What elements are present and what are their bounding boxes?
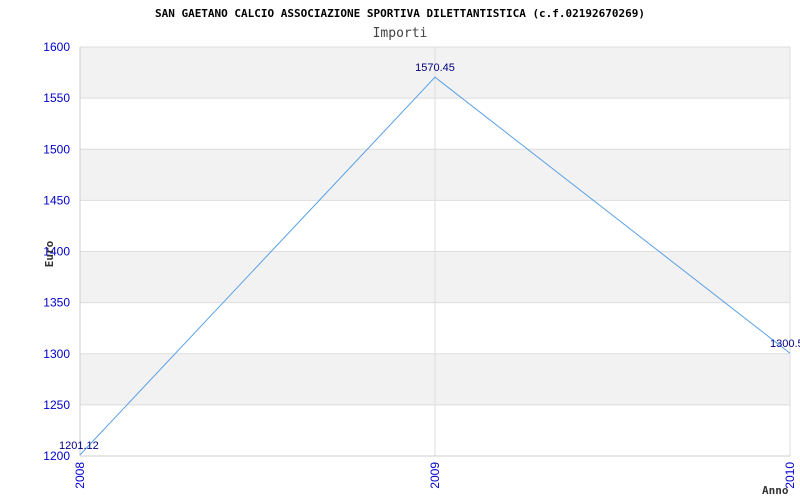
- y-tick-1250: 1250: [43, 398, 70, 412]
- y-tick-1300: 1300: [43, 347, 70, 361]
- y-tick-1600: 1600: [43, 40, 70, 54]
- y-axis-title: Euro: [43, 240, 56, 267]
- y-tick-1350: 1350: [43, 296, 70, 310]
- y-tick-1550: 1550: [43, 91, 70, 105]
- x-tick-labels: 2008 2009 2010: [73, 462, 797, 489]
- chart-title: SAN GAETANO CALCIO ASSOCIAZIONE SPORTIVA…: [155, 7, 645, 20]
- data-label-2009: 1570.45: [415, 62, 455, 74]
- data-label-2010: 1300.5: [770, 338, 800, 350]
- y-tick-1450: 1450: [43, 193, 70, 207]
- x-tick-2008: 2008: [73, 462, 87, 489]
- data-label-2008: 1201.12: [59, 440, 99, 452]
- x-axis-title: Anno: [762, 484, 789, 497]
- chart-subtitle: Importi: [373, 26, 428, 41]
- y-tick-1500: 1500: [43, 142, 70, 156]
- line-chart: SAN GAETANO CALCIO ASSOCIAZIONE SPORTIVA…: [43, 7, 800, 497]
- x-tick-2009: 2009: [428, 462, 442, 489]
